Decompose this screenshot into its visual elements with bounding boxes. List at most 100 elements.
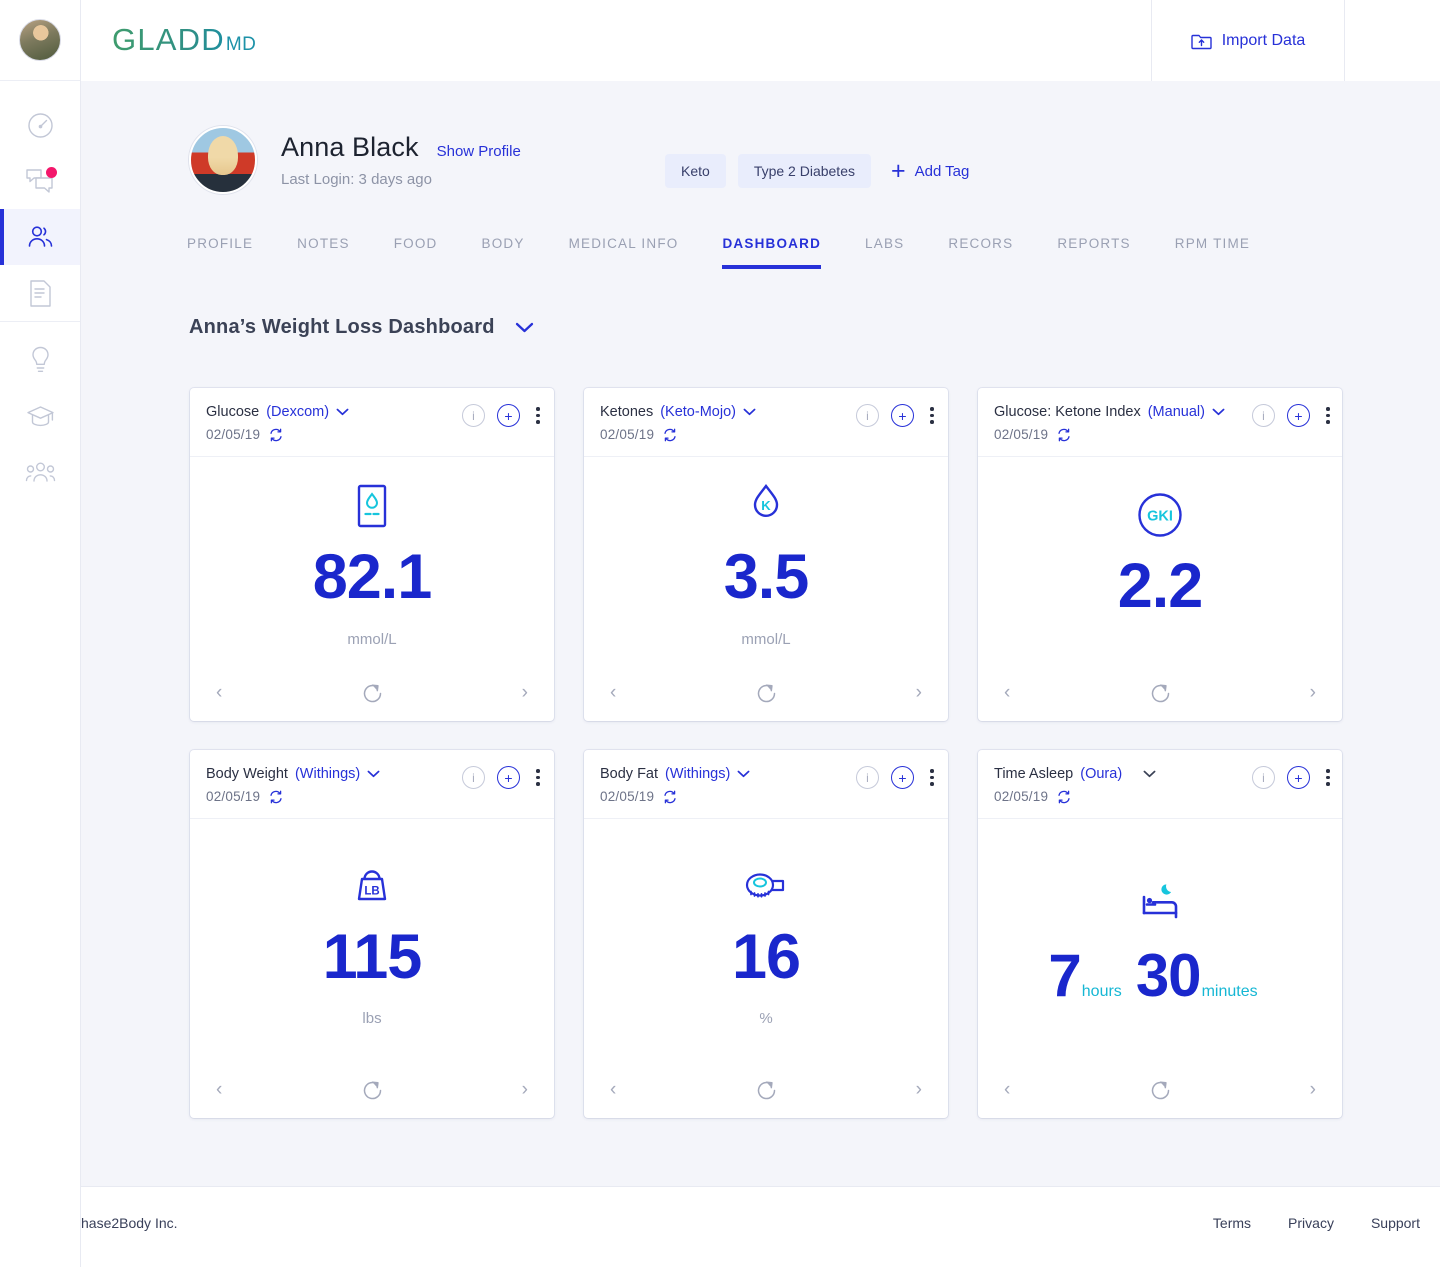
metric-card-ketones: Ketones (Keto-Mojo) 02/05/19 i + K 3.5 m… [584, 388, 948, 721]
last-login-text: Last Login: 3 days ago [281, 171, 432, 188]
refresh-icon[interactable] [361, 1079, 384, 1102]
tab-profile[interactable]: PROFILE [187, 236, 275, 269]
info-icon-button[interactable]: i [462, 404, 485, 427]
card-title: Time Asleep [994, 766, 1074, 782]
tab-dashboard[interactable]: DASHBOARD [700, 236, 843, 269]
tab-medical-info[interactable]: MEDICAL INFO [547, 236, 701, 269]
chevron-down-icon[interactable] [737, 770, 750, 778]
metric-card-time-asleep: Time Asleep (Oura) 02/05/19 i + 7 hours … [978, 750, 1342, 1118]
lightbulb-icon [29, 345, 52, 375]
card-date: 02/05/19 [994, 789, 1049, 804]
prev-button[interactable]: ‹ [998, 678, 1016, 708]
next-button[interactable]: › [516, 678, 534, 708]
card-header: Body Weight (Withings) 02/05/19 i + [190, 750, 554, 819]
patient-avatar[interactable] [189, 126, 257, 194]
next-button[interactable]: › [1304, 1075, 1322, 1105]
add-icon-button[interactable]: + [891, 404, 914, 427]
tag-type2-diabetes[interactable]: Type 2 Diabetes [737, 154, 871, 188]
kebab-icon[interactable] [1322, 767, 1330, 788]
prev-button[interactable]: ‹ [604, 1075, 622, 1105]
refresh-icon[interactable] [1149, 682, 1172, 705]
info-icon-button[interactable]: i [856, 404, 879, 427]
sync-icon[interactable] [269, 790, 283, 804]
info-icon-button[interactable]: i [1252, 766, 1275, 789]
sync-icon[interactable] [663, 428, 677, 442]
sidebar-item-avatar[interactable] [0, 0, 80, 81]
card-title: Ketones [600, 404, 654, 420]
chevron-down-icon[interactable] [743, 408, 756, 416]
kebab-icon[interactable] [926, 767, 934, 788]
sync-icon[interactable] [1057, 790, 1071, 804]
sidebar-item-documents[interactable] [0, 265, 80, 321]
prev-button[interactable]: ‹ [210, 678, 228, 708]
card-footer-nav: ‹ › [584, 1062, 948, 1118]
kebab-icon[interactable] [1322, 405, 1330, 426]
ketone-drop-icon: K [749, 480, 783, 532]
show-profile-link[interactable]: Show Profile [437, 143, 521, 160]
footer-link-support[interactable]: Support [1371, 1215, 1420, 1231]
add-tag-button[interactable]: + Add Tag [891, 158, 969, 184]
sync-icon[interactable] [1057, 428, 1071, 442]
sidebar-item-education[interactable] [0, 388, 80, 444]
import-data-button[interactable]: Import Data [1151, 0, 1345, 81]
next-button[interactable]: › [910, 1075, 928, 1105]
document-icon [28, 279, 53, 308]
tab-recors[interactable]: RECORS [926, 236, 1035, 269]
prev-button[interactable]: ‹ [604, 678, 622, 708]
refresh-icon[interactable] [755, 682, 778, 705]
sync-icon[interactable] [663, 790, 677, 804]
next-button[interactable]: › [516, 1075, 534, 1105]
tab-rpm-time[interactable]: RPM TIME [1153, 236, 1272, 269]
tab-notes[interactable]: NOTES [275, 236, 372, 269]
import-data-label: Import Data [1221, 31, 1306, 49]
info-icon-button[interactable]: i [1252, 404, 1275, 427]
footer-link-privacy[interactable]: Privacy [1288, 1215, 1334, 1231]
footer-link-terms[interactable]: Terms [1213, 1215, 1251, 1231]
chevron-down-icon[interactable] [336, 408, 349, 416]
refresh-icon[interactable] [755, 1079, 778, 1102]
info-icon-button[interactable]: i [856, 766, 879, 789]
add-icon-button[interactable]: + [1287, 766, 1310, 789]
metric-card-grid: Glucose (Dexcom) 02/05/19 i + 82.1 mmol/… [190, 388, 1360, 1147]
company-name: hase2Body Inc. [81, 1215, 178, 1231]
card-source: (Oura) [1080, 766, 1123, 782]
tab-body[interactable]: BODY [460, 236, 547, 269]
add-icon-button[interactable]: + [1287, 404, 1310, 427]
add-icon-button[interactable]: + [891, 766, 914, 789]
tab-reports[interactable]: REPORTS [1035, 236, 1152, 269]
dashboard-selector[interactable]: Anna’s Weight Loss Dashboard [189, 316, 534, 339]
app-logo[interactable]: GLADD MD [112, 22, 256, 58]
info-icon-button[interactable]: i [462, 766, 485, 789]
chevron-down-icon[interactable] [367, 770, 380, 778]
add-icon-button[interactable]: + [497, 766, 520, 789]
prev-button[interactable]: ‹ [210, 1075, 228, 1105]
sidebar-item-dashboard[interactable] [0, 97, 80, 153]
refresh-icon[interactable] [1149, 1079, 1172, 1102]
tab-labs[interactable]: LABS [843, 236, 926, 269]
chevron-down-icon[interactable] [1143, 770, 1156, 778]
card-body: 7 hours 30 minutes [978, 819, 1342, 1062]
sync-icon[interactable] [269, 428, 283, 442]
sidebar-item-community[interactable] [0, 444, 80, 500]
chevron-down-icon[interactable] [1212, 408, 1225, 416]
add-icon-button[interactable]: + [497, 404, 520, 427]
card-header: Ketones (Keto-Mojo) 02/05/19 i + [584, 388, 948, 457]
card-body: LB 115 lbs [190, 819, 554, 1062]
patient-profile-header: Anna Black Show Profile Last Login: 3 da… [189, 126, 521, 194]
kebab-icon[interactable] [532, 405, 540, 426]
svg-text:K: K [761, 498, 771, 513]
main-content: Anna Black Show Profile Last Login: 3 da… [81, 81, 1440, 1186]
refresh-icon[interactable] [361, 682, 384, 705]
metric-value: 3.5 [723, 542, 810, 613]
prev-button[interactable]: ‹ [998, 1075, 1016, 1105]
card-date: 02/05/19 [600, 789, 655, 804]
kebab-icon[interactable] [532, 767, 540, 788]
next-button[interactable]: › [910, 678, 928, 708]
kebab-icon[interactable] [926, 405, 934, 426]
next-button[interactable]: › [1304, 678, 1322, 708]
tab-food[interactable]: FOOD [372, 236, 460, 269]
tag-keto[interactable]: Keto [665, 154, 726, 188]
sidebar-item-insights[interactable] [0, 332, 80, 388]
sidebar-item-patients[interactable] [0, 209, 80, 265]
sidebar-item-messages[interactable] [0, 153, 80, 209]
